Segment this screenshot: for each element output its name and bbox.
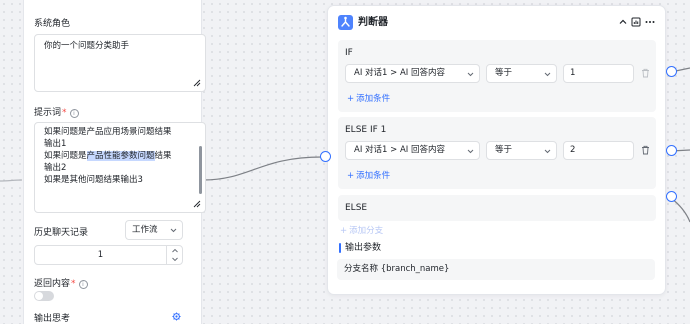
chevron-down-icon xyxy=(467,72,474,77)
if-branch: IF AI 对话1 > AI 回答内容 等于 1 + 添加条件 xyxy=(338,40,656,112)
output-port-else[interactable] xyxy=(666,191,677,202)
variable-select[interactable]: AI 对话1 > AI 回答内容 xyxy=(345,64,480,83)
resize-icon[interactable] xyxy=(193,200,201,208)
input-port[interactable] xyxy=(320,151,331,162)
scrollbar[interactable] xyxy=(199,146,202,194)
section-accent-bar xyxy=(339,243,341,253)
plus-icon: + xyxy=(347,94,355,104)
prompt-label: 提示词* i xyxy=(34,105,79,118)
prompt-line: 如果问题是产品应用场景问题结果 xyxy=(44,127,172,137)
toggle-knob xyxy=(35,292,43,300)
history-label: 历史聊天记录 xyxy=(34,228,89,238)
panel-icon[interactable] xyxy=(631,17,641,27)
prompt-line: 输出1 xyxy=(44,139,67,149)
prompt-label-text: 提示词 xyxy=(34,108,62,118)
stepper-buttons xyxy=(166,246,182,264)
more-icon[interactable] xyxy=(645,17,655,27)
condition-value-input[interactable]: 1 xyxy=(563,64,634,83)
info-icon[interactable]: i xyxy=(69,109,79,118)
chevron-down-icon xyxy=(544,149,551,154)
plus-icon: + xyxy=(340,226,348,236)
else-branch: ELSE xyxy=(338,195,656,221)
add-condition-text: 添加条件 xyxy=(356,171,391,181)
branch-title: ELSE xyxy=(345,203,368,213)
chevron-down-icon xyxy=(170,228,177,233)
plus-icon: + xyxy=(347,171,355,181)
info-icon[interactable]: i xyxy=(78,280,88,289)
operator-select-value: 等于 xyxy=(495,68,513,78)
variable-select[interactable]: AI 对话1 > AI 回答内容 xyxy=(345,141,480,160)
chevron-down-icon[interactable] xyxy=(171,257,179,262)
history-select[interactable]: 工作流 xyxy=(125,220,183,240)
output-port-else-if[interactable] xyxy=(666,145,677,156)
output-param-item: 分支名称 {branch_name} xyxy=(337,259,655,280)
system-role-textarea[interactable]: 你的一个问题分类助手 xyxy=(34,34,206,92)
branch-node-icon xyxy=(338,15,353,30)
operator-select[interactable]: 等于 xyxy=(486,64,557,83)
selected-text: 产品性能参数问题 xyxy=(86,151,155,161)
llm-node-panel: 系统角色 你的一个问题分类助手 提示词* i 如果问题是产品应用场景问题结果 输出… xyxy=(23,0,206,324)
prompt-line: 如果问题是产品性能参数问题结果 xyxy=(44,150,196,162)
return-content-label: 返回内容* i xyxy=(34,276,88,289)
prompt-text: 如果问题是 xyxy=(44,151,87,161)
system-role-text: 你的一个问题分类助手 xyxy=(44,41,130,51)
branch-title: ELSE IF 1 xyxy=(345,125,387,135)
chevron-down-icon xyxy=(467,149,474,154)
chevron-down-icon xyxy=(544,72,551,77)
variable-select-value: AI 对话1 > AI 回答内容 xyxy=(354,145,445,155)
else-if-branch: ELSE IF 1 AI 对话1 > AI 回答内容 等于 2 + 添加条件 xyxy=(338,117,656,189)
node-title: 判断器 xyxy=(358,17,388,28)
variable-select-value: AI 对话1 > AI 回答内容 xyxy=(354,68,445,78)
return-label-text: 返回内容 xyxy=(34,279,71,289)
trash-icon[interactable] xyxy=(641,68,650,78)
resize-icon[interactable] xyxy=(193,79,201,87)
return-content-toggle[interactable] xyxy=(34,291,54,301)
system-role-label: 系统角色 xyxy=(34,19,71,29)
prompt-text: 结果 xyxy=(154,151,172,161)
output-thinking-label: 输出思考 xyxy=(34,314,71,324)
output-port-if[interactable] xyxy=(666,66,677,77)
trash-icon[interactable] xyxy=(641,145,650,155)
output-params-label: 输出参数 xyxy=(345,243,382,253)
prompt-textarea[interactable]: 如果问题是产品应用场景问题结果 输出1 如果问题是产品性能参数问题结果 输出2 … xyxy=(34,122,206,213)
history-select-value: 工作流 xyxy=(132,225,158,235)
prompt-line: 如果是其他问题结果输出3 xyxy=(44,175,143,185)
operator-select[interactable]: 等于 xyxy=(486,141,557,160)
history-count-stepper[interactable]: 1 xyxy=(34,245,183,265)
collapse-icon[interactable] xyxy=(618,17,628,27)
chevron-up-icon[interactable] xyxy=(171,248,179,253)
add-branch-text: 添加分支 xyxy=(349,226,384,236)
add-condition-text: 添加条件 xyxy=(356,94,391,104)
required-mark: * xyxy=(62,108,67,118)
prompt-line: 输出2 xyxy=(44,163,67,173)
stepper-value: 1 xyxy=(97,250,104,260)
add-branch-link[interactable]: + 添加分支 xyxy=(340,225,383,237)
gear-icon[interactable] xyxy=(172,312,181,321)
operator-select-value: 等于 xyxy=(495,145,513,155)
add-condition-link[interactable]: + 添加条件 xyxy=(347,93,390,105)
condition-value-input[interactable]: 2 xyxy=(563,141,634,160)
add-condition-link[interactable]: + 添加条件 xyxy=(347,170,390,182)
required-mark: * xyxy=(71,279,76,289)
branch-title: IF xyxy=(345,48,353,58)
